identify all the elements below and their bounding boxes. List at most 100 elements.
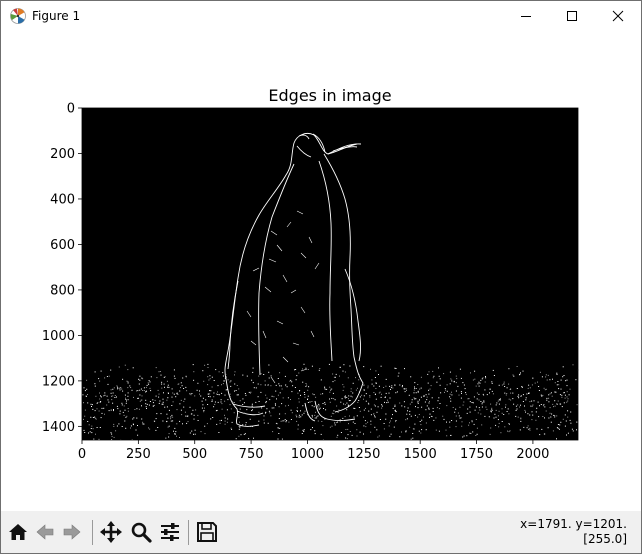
noise-speck [378,385,380,387]
noise-speck [278,418,280,419]
home-button[interactable] [5,519,31,545]
noise-speck [113,410,114,412]
noise-speck [233,412,235,414]
maximize-button[interactable] [549,1,595,31]
noise-speck [155,429,157,431]
back-button[interactable] [32,519,58,545]
noise-speck [120,387,122,389]
noise-speck [136,417,138,419]
noise-speck [544,417,545,419]
move-icon [100,521,122,543]
noise-speck [292,385,294,387]
close-button[interactable] [595,1,641,31]
noise-speck [501,421,503,422]
noise-speck [224,420,226,422]
noise-speck [124,420,126,422]
noise-speck [287,397,289,399]
noise-speck [492,393,494,395]
noise-speck [265,411,267,413]
pan-button[interactable] [98,519,124,545]
save-button[interactable] [194,519,220,545]
zoom-button[interactable] [128,519,154,545]
noise-speck [420,396,422,398]
noise-speck [244,412,246,414]
noise-speck [565,420,567,422]
noise-speck [374,415,375,417]
noise-speck [527,413,529,415]
noise-speck [252,382,254,384]
noise-speck [185,386,187,388]
noise-speck [239,426,241,428]
noise-speck [469,422,470,424]
noise-speck [145,399,147,401]
noise-speck [317,407,319,409]
noise-speck [168,392,169,394]
noise-speck [392,414,393,416]
noise-speck [263,374,265,375]
noise-speck [209,396,211,398]
noise-speck [529,414,531,416]
configure-subplots-button[interactable] [157,519,183,545]
noise-speck [161,383,163,385]
minimize-button[interactable] [503,1,549,31]
noise-speck [111,433,113,435]
noise-speck [172,392,174,394]
noise-speck [266,397,268,399]
forward-button[interactable] [59,519,85,545]
noise-speck [367,385,369,387]
noise-speck [365,423,367,425]
noise-speck [470,372,471,374]
noise-speck [143,423,145,425]
noise-speck [404,406,406,408]
noise-speck [520,417,522,419]
noise-speck [100,396,102,398]
noise-speck [118,387,120,389]
noise-speck [270,415,272,417]
noise-speck [119,410,121,412]
noise-speck [300,410,301,412]
noise-speck [334,376,336,378]
noise-speck [164,376,166,378]
noise-speck [433,375,435,377]
x-tick-label: 250 [126,447,151,462]
noise-speck [83,418,84,420]
noise-speck [124,394,126,396]
noise-speck [373,385,375,387]
noise-speck [249,418,251,420]
noise-speck [176,435,177,437]
noise-speck [123,414,125,416]
noise-speck [187,421,189,423]
noise-speck [406,418,408,420]
noise-speck [439,378,441,380]
noise-speck [388,392,390,394]
noise-speck [204,364,206,366]
noise-speck [554,400,556,402]
noise-speck [539,434,541,436]
plot-svg[interactable]: Edges in image 0 250 500 750 1000 1250 1500 175… [1,31,641,511]
noise-speck [297,424,299,426]
noise-speck [141,395,143,397]
noise-speck [337,412,339,413]
noise-speck [251,404,253,406]
noise-speck [444,391,445,393]
noise-speck [545,410,547,412]
title-bar[interactable]: Figure 1 [1,1,641,31]
noise-speck [231,401,233,403]
noise-speck [551,413,553,415]
noise-speck [427,382,429,384]
noise-speck [394,406,396,407]
noise-speck [98,378,100,380]
noise-speck [526,393,528,395]
noise-speck [155,367,157,369]
noise-speck [460,377,462,379]
noise-speck [277,438,279,440]
noise-speck [521,386,523,387]
figure-canvas[interactable]: Edges in image 0 250 500 750 1000 1250 1500 175… [1,31,641,511]
noise-speck [124,409,126,411]
noise-speck [302,381,304,383]
noise-speck [358,374,360,375]
noise-speck [350,388,352,390]
noise-speck [236,394,238,396]
noise-speck [311,414,313,416]
noise-speck [491,408,493,410]
